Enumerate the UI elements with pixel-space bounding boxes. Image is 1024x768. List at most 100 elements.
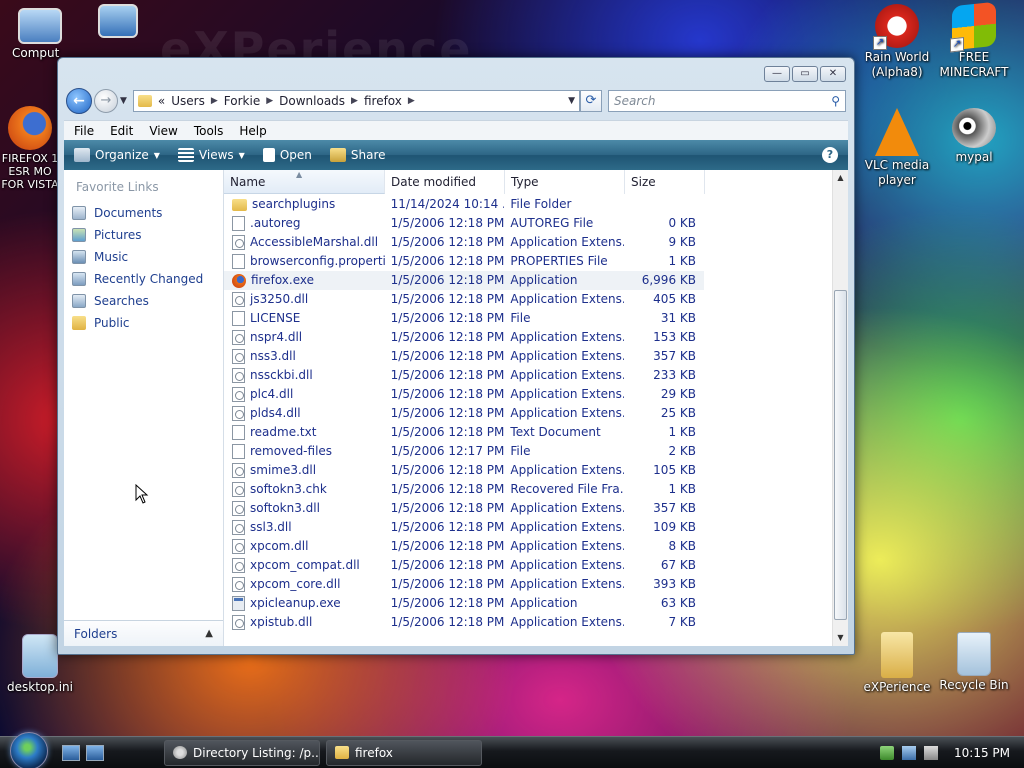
menu-file[interactable]: File [74, 124, 94, 138]
file-date: 1/5/2006 12:18 PM [390, 577, 505, 591]
safely-remove-icon[interactable] [880, 745, 894, 760]
file-row[interactable]: firefox.exe 1/5/2006 12:18 PM Application 6… [224, 271, 704, 290]
address-dropdown-icon[interactable]: ▼ [568, 96, 575, 106]
desktop-icon-firefox[interactable]: FIREFOX 1 ESR MO FOR VISTA [0, 106, 60, 191]
show-desktop-icon[interactable] [62, 744, 80, 761]
desktop-icon-network[interactable] [78, 4, 158, 40]
desktop-icon-free-minecraft[interactable]: ↗ FREE MINECRAFT [934, 1, 1014, 80]
desktop-icon-rain-world[interactable]: ↗ Rain World (Alpha8) [857, 4, 937, 80]
file-size: 31 KB [660, 311, 696, 325]
menu-tools[interactable]: Tools [194, 124, 224, 138]
file-row[interactable]: smime3.dll 1/5/2006 12:18 PM Application E… [224, 461, 704, 480]
file-name: softokn3.chk [250, 482, 327, 496]
menu-help[interactable]: Help [239, 124, 266, 138]
file-size: 7 KB [668, 615, 696, 629]
views-button[interactable]: Views ▼ [177, 148, 245, 162]
file-row[interactable]: readme.txt 1/5/2006 12:18 PM Text Document… [224, 423, 704, 442]
file-size: 1 KB [668, 482, 696, 496]
breadcrumb-separator-icon[interactable]: ▶ [211, 96, 218, 106]
file-name-cell: plds4.dll [224, 404, 385, 423]
desktop-icon-mypal[interactable]: mypal [934, 108, 1014, 165]
file-row[interactable]: xpistub.dll 1/5/2006 12:18 PM Application … [224, 613, 704, 632]
file-row[interactable]: .autoreg 1/5/2006 12:18 PM AUTOREG File 0 K… [224, 214, 704, 233]
help-icon[interactable]: ? [822, 147, 838, 163]
breadcrumb-separator-icon[interactable]: ▶ [351, 96, 358, 106]
switch-windows-icon[interactable] [86, 744, 104, 761]
file-row[interactable]: softokn3.dll 1/5/2006 12:18 PM Application… [224, 499, 704, 518]
taskbar-button-directory-listing[interactable]: Directory Listing: /p... [164, 739, 320, 766]
organize-icon [74, 148, 90, 162]
desktop-icon-computer[interactable]: Comput [0, 4, 80, 61]
refresh-button[interactable]: ⟳ [580, 90, 602, 112]
fav-documents[interactable]: Documents [64, 202, 223, 224]
breadcrumb-downloads[interactable]: Downloads [279, 94, 345, 108]
network-icon[interactable] [902, 745, 916, 760]
column-header-size[interactable]: Size [625, 170, 705, 194]
fav-music[interactable]: Music [64, 246, 223, 268]
organize-button[interactable]: Organize ▼ [74, 148, 160, 162]
file-row[interactable]: js3250.dll 1/5/2006 12:18 PM Application E… [224, 290, 704, 309]
file-row[interactable]: removed-files 1/5/2006 12:17 PM File 2 KB [224, 442, 704, 461]
breadcrumb-users[interactable]: Users [171, 94, 205, 108]
column-header-type[interactable]: Type [505, 170, 625, 194]
breadcrumb-separator-icon[interactable]: ▶ [266, 96, 273, 106]
windows-flag-icon: ↗ [950, 1, 996, 53]
open-button[interactable]: Open [262, 148, 312, 162]
desktop-icon-recycle-bin[interactable]: Recycle Bin [934, 632, 1014, 693]
file-row[interactable]: xpcom_core.dll 1/5/2006 12:18 PM Applicati… [224, 575, 704, 594]
column-header-name[interactable]: ▲ Name [224, 170, 385, 194]
file-row[interactable]: searchplugins 11/14/2024 10:14 ... File Fo… [224, 195, 704, 214]
fav-pictures[interactable]: Pictures [64, 224, 223, 246]
file-name-cell: removed-files [224, 442, 385, 461]
breadcrumb-separator-icon[interactable]: ▶ [408, 96, 415, 106]
file-row[interactable]: nspr4.dll 1/5/2006 12:18 PM Application Ex… [224, 328, 704, 347]
breadcrumb-overflow[interactable]: « [158, 94, 165, 108]
minimize-button[interactable]: — [764, 66, 790, 82]
share-button[interactable]: Share [329, 148, 386, 162]
folders-toggle[interactable]: Folders ▲ [64, 620, 223, 646]
file-row[interactable]: softokn3.chk 1/5/2006 12:18 PM Recovered F… [224, 480, 704, 499]
recent-pages-dropdown[interactable]: ▼ [120, 96, 127, 106]
file-row[interactable]: browserconfig.properti... 1/5/2006 12:18 … [224, 252, 704, 271]
column-header-date[interactable]: Date modified [385, 170, 505, 194]
search-input[interactable]: Search ⚲ [608, 90, 846, 112]
file-date: 1/5/2006 12:18 PM [390, 368, 505, 382]
vertical-scrollbar[interactable]: ▲ ▼ [832, 170, 848, 646]
start-button[interactable] [10, 731, 48, 768]
fav-public[interactable]: Public [64, 312, 223, 334]
desktop-icon-experience-folder[interactable]: eXPerience [857, 632, 937, 695]
menu-edit[interactable]: Edit [110, 124, 133, 138]
taskbar-button-firefox-folder[interactable]: firefox [326, 739, 482, 766]
volume-muted-icon[interactable] [924, 745, 938, 760]
scroll-down-icon[interactable]: ▼ [833, 630, 848, 646]
file-row[interactable]: xpicleanup.exe 1/5/2006 12:18 PM Applicati… [224, 594, 704, 613]
file-row[interactable]: LICENSE 1/5/2006 12:18 PM File 31 KB [224, 309, 704, 328]
file-row[interactable]: nss3.dll 1/5/2006 12:18 PM Application Ext… [224, 347, 704, 366]
file-type: PROPERTIES File [510, 254, 608, 268]
file-size: 153 KB [653, 330, 696, 344]
desktop-icon-vlc[interactable]: VLC media player [857, 108, 937, 188]
file-row[interactable]: xpcom_compat.dll 1/5/2006 12:18 PM Applica… [224, 556, 704, 575]
fav-recently-changed[interactable]: Recently Changed [64, 268, 223, 290]
folder-icon [881, 632, 913, 678]
back-button[interactable]: ← [66, 88, 92, 114]
scroll-up-icon[interactable]: ▲ [833, 170, 848, 186]
dll-icon [232, 292, 245, 307]
scrollbar-thumb[interactable] [834, 290, 847, 620]
file-row[interactable]: ssl3.dll 1/5/2006 12:18 PM Application Ext… [224, 518, 704, 537]
file-row[interactable]: nssckbi.dll 1/5/2006 12:18 PM Application … [224, 366, 704, 385]
clock[interactable]: 10:15 PM [954, 746, 1010, 760]
forward-button[interactable]: → [94, 89, 118, 113]
file-row[interactable]: AccessibleMarshal.dll 1/5/2006 12:18 PM Ap… [224, 233, 704, 252]
file-row[interactable]: plc4.dll 1/5/2006 12:18 PM Application Ext… [224, 385, 704, 404]
fav-searches[interactable]: Searches [64, 290, 223, 312]
close-button[interactable]: ✕ [820, 66, 846, 82]
breadcrumb-forkie[interactable]: Forkie [224, 94, 260, 108]
file-row[interactable]: plds4.dll 1/5/2006 12:18 PM Application Ex… [224, 404, 704, 423]
file-row[interactable]: xpcom.dll 1/5/2006 12:18 PM Application Ex… [224, 537, 704, 556]
search-icon[interactable]: ⚲ [831, 94, 840, 108]
address-bar[interactable]: « Users ▶ Forkie ▶ Downloads ▶ firefox ▶… [132, 90, 580, 112]
breadcrumb-firefox[interactable]: firefox [364, 94, 402, 108]
maximize-button[interactable]: ▭ [792, 66, 818, 82]
menu-view[interactable]: View [149, 124, 177, 138]
